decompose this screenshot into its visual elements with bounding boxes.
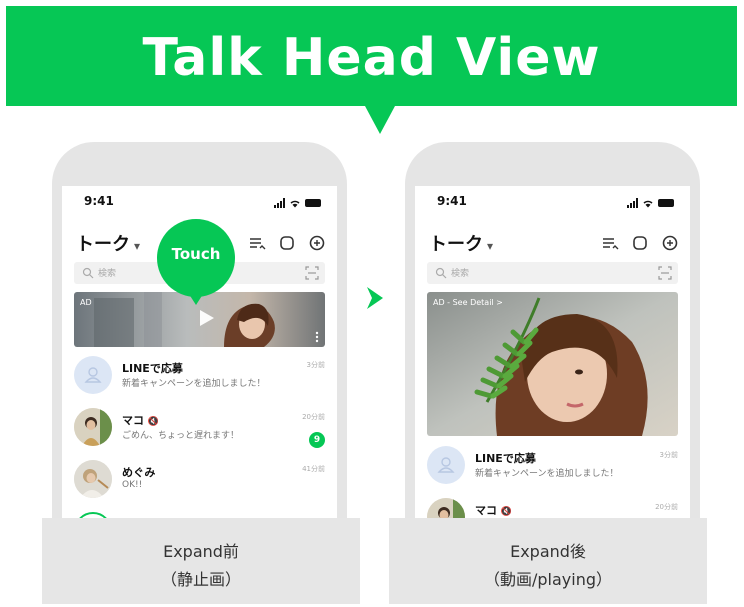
user-icon	[437, 457, 455, 473]
title-banner: Talk Head View	[6, 6, 737, 106]
more-options-icon[interactable]	[313, 330, 321, 344]
chat-name: マコ 🔇	[475, 504, 513, 517]
mute-icon: 🔇	[500, 507, 513, 517]
chat-list-item[interactable]: LINEで応募 新着キャンペーンを追加しました！ 3分前	[62, 350, 337, 402]
chat-time: 20分前	[302, 413, 325, 421]
ad-video	[427, 292, 678, 436]
chat-time: 20分前	[655, 503, 678, 511]
banner-title: Talk Head View	[142, 28, 601, 88]
search-icon	[435, 267, 447, 279]
qr-scan-icon[interactable]	[658, 266, 672, 280]
edit-list-icon[interactable]	[247, 233, 267, 253]
header-title[interactable]: トーク ▾	[429, 230, 493, 256]
chat-header: トーク ▾	[415, 230, 690, 256]
chat-preview: ごめん、ちょっと遅れます！	[122, 431, 240, 441]
wifi-icon	[290, 200, 300, 208]
status-time: 9:41	[84, 194, 114, 208]
chat-time: 41分前	[302, 465, 325, 473]
header-actions	[600, 233, 680, 253]
chat-time: 3分前	[306, 361, 325, 369]
edit-list-icon[interactable]	[600, 233, 620, 253]
new-chat-icon[interactable]	[307, 233, 327, 253]
user-icon	[84, 367, 102, 383]
banner-pointer	[365, 106, 395, 134]
chat-name: LINEで応募	[475, 452, 536, 465]
caption-before: Expand前 （静止画）	[42, 518, 360, 604]
chat-time: 3分前	[659, 451, 678, 459]
chat-name: LINEで応募	[122, 362, 183, 375]
status-bar: 9:41	[62, 194, 337, 214]
chat-preview: 新着キャンペーンを追加しました！	[122, 379, 266, 389]
touch-callout: Touch	[157, 219, 235, 305]
header-title[interactable]: トーク ▾	[76, 230, 140, 256]
phone-before: 9:41 トーク ▾ 検索 AD LINEで応募 新着キャンペーンを追加しました…	[52, 142, 347, 572]
avatar	[427, 446, 465, 484]
search-input[interactable]: 検索	[427, 262, 678, 284]
chat-name: マコ 🔇	[122, 414, 160, 427]
signal-icon	[627, 198, 638, 208]
qr-scan-icon[interactable]	[305, 266, 319, 280]
ad-label[interactable]: AD - See Detail >	[433, 298, 503, 307]
signal-icon	[274, 198, 285, 208]
mute-icon: 🔇	[147, 417, 160, 427]
search-placeholder: 検索	[451, 269, 470, 279]
chat-list-item[interactable]: LINEで応募 新着キャンペーンを追加しました！ 3分前	[415, 440, 690, 492]
caption-title: Expand前	[163, 542, 239, 561]
avatar	[74, 408, 112, 446]
avatar-photo	[74, 408, 112, 446]
status-icons	[274, 197, 321, 209]
battery-icon	[305, 199, 321, 207]
status-icons	[627, 197, 674, 209]
search-placeholder: 検索	[98, 269, 117, 279]
avatar	[74, 356, 112, 394]
ad-label: AD	[80, 298, 92, 307]
caption-subtitle: （動画/playing）	[483, 570, 612, 589]
note-icon[interactable]	[630, 233, 650, 253]
unread-badge: 9	[309, 432, 325, 448]
touch-label: Touch	[171, 245, 221, 263]
chat-list-item[interactable]: めぐみ OK!! 41分前	[62, 454, 337, 506]
battery-icon	[658, 199, 674, 207]
status-bar: 9:41	[415, 194, 690, 214]
chevron-down-icon: ▾	[134, 239, 141, 253]
chat-name: めぐみ	[122, 466, 156, 479]
avatar-photo	[74, 460, 112, 498]
chat-preview: OK!!	[122, 480, 143, 490]
caption-after: Expand後 （動画/playing）	[389, 518, 707, 604]
status-time: 9:41	[437, 194, 467, 208]
caption-subtitle: （静止画）	[160, 570, 241, 589]
chat-preview: 新着キャンペーンを追加しました！	[475, 469, 619, 479]
search-icon	[82, 267, 94, 279]
chevron-right-icon	[367, 287, 383, 309]
caption-title: Expand後	[510, 542, 586, 561]
avatar	[74, 460, 112, 498]
chat-list-item[interactable]: マコ 🔇 ごめん、ちょっと遅れます！ 20分前 9	[62, 402, 337, 454]
phone-after: 9:41 トーク ▾ 検索 AD - See Detail > LINEで応募 …	[405, 142, 700, 572]
wifi-icon	[643, 200, 653, 208]
new-chat-icon[interactable]	[660, 233, 680, 253]
play-icon[interactable]	[194, 306, 218, 330]
talk-head-ad-expanded[interactable]: AD - See Detail >	[427, 292, 678, 436]
chevron-down-icon: ▾	[487, 239, 494, 253]
phone-screen: 9:41 トーク ▾ 検索	[415, 186, 690, 572]
note-icon[interactable]	[277, 233, 297, 253]
header-actions	[247, 233, 327, 253]
